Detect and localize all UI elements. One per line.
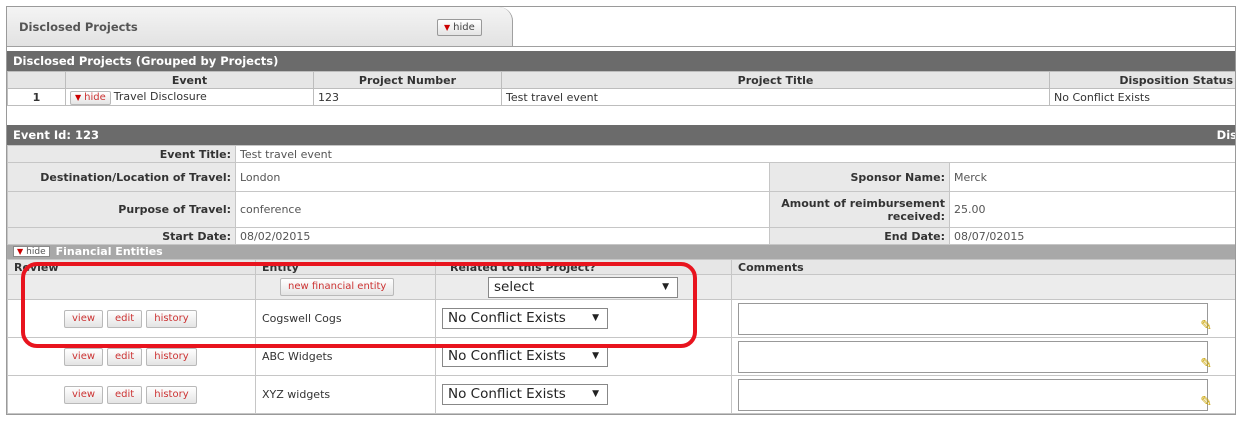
event-name: Travel Disclosure xyxy=(113,89,207,103)
conflict-status-select[interactable]: No Conflict Exists ▼ xyxy=(442,384,608,405)
related-select[interactable]: select ▼ xyxy=(488,276,678,298)
history-button[interactable]: history xyxy=(146,347,197,366)
dropdown-arrow-icon: ▼ xyxy=(592,313,599,323)
reimbursement-label: Amount of reimbursement received: xyxy=(769,191,950,228)
tab-divider xyxy=(513,46,1235,47)
projects-header-row: Event Project Number Project Title Dispo… xyxy=(7,71,1235,89)
sponsor-label: Sponsor Name: xyxy=(769,162,950,192)
table-row: 1 ▼ hide Travel Disclosure 123 Test travel… xyxy=(7,88,1235,106)
table-row: view edit history Cogswell Cogs No Conflic… xyxy=(7,299,1235,338)
financial-hide-label: hide xyxy=(26,247,46,257)
view-button[interactable]: view xyxy=(64,385,104,404)
event-id: Event Id: 123 xyxy=(13,128,99,142)
conflict-status-select[interactable]: No Conflict Exists ▼ xyxy=(442,308,608,329)
event-cell: ▼ hide Travel Disclosure xyxy=(65,88,314,106)
column-header-project-title: Project Title xyxy=(501,71,1050,89)
caret-down-icon: ▼ xyxy=(75,92,82,102)
financial-header-row: Review Entity Related to this Project? C… xyxy=(7,259,1235,275)
event-details-table: Event Title: Test travel event Destinati… xyxy=(7,145,1235,245)
panel-hide-button[interactable]: ▼ hide xyxy=(437,19,482,36)
purpose-label: Purpose of Travel: xyxy=(7,191,236,228)
column-header-comments: Comments xyxy=(731,259,1235,275)
financial-entities-table: Review Entity Related to this Project? C… xyxy=(7,259,1235,414)
purpose-value: conference xyxy=(235,191,770,228)
destination-label: Destination/Location of Travel: xyxy=(7,162,236,192)
destination-value: London xyxy=(235,162,770,192)
row-hide-button[interactable]: ▼ hide xyxy=(70,90,111,105)
comment-field[interactable]: ✎ xyxy=(738,378,1212,411)
caret-down-icon: ▼ xyxy=(444,23,451,32)
end-date-label: End Date: xyxy=(769,227,950,245)
conflict-status-value: No Conflict Exists xyxy=(448,310,566,326)
dropdown-arrow-icon: ▼ xyxy=(592,351,599,361)
start-date-value: 08/02/02015 xyxy=(235,227,770,245)
panel-title: Disclosed Projects xyxy=(19,20,138,34)
event-title-value: Test travel event xyxy=(234,145,1235,163)
comment-field[interactable]: ✎ xyxy=(738,340,1212,373)
edit-pencil-icon[interactable]: ✎ xyxy=(1200,356,1212,372)
panel-hide-label: hide xyxy=(453,22,475,33)
column-header-entity: Entity xyxy=(255,259,436,275)
table-row: view edit history ABC Widgets No Conflict … xyxy=(7,337,1235,376)
new-financial-entity-button[interactable]: new financial entity xyxy=(280,278,395,296)
project-number: 123 xyxy=(313,88,502,106)
column-header-related: Related to this Project? xyxy=(435,259,732,275)
start-date-label: Start Date: xyxy=(7,227,236,245)
related-select-value: select xyxy=(494,278,535,295)
conflict-status-value: No Conflict Exists xyxy=(448,386,566,402)
edit-pencil-icon[interactable]: ✎ xyxy=(1200,318,1212,334)
disclosed-projects-panel: Disclosed Projects ▼ hide Disclosed Proje… xyxy=(6,6,1236,415)
sponsor-value: Merck xyxy=(948,162,1235,192)
financial-entities-title: Financial Entities xyxy=(55,245,163,258)
financial-entities-header: ▼ hide Financial Entities xyxy=(7,245,1235,259)
edit-pencil-icon[interactable]: ✎ xyxy=(1200,394,1212,410)
end-date-value: 08/07/02015 xyxy=(948,227,1235,245)
entity-name: XYZ widgets xyxy=(255,375,436,414)
projects-section-header: Disclosed Projects (Grouped by Projects) xyxy=(7,51,1235,71)
panel-tab-bar: Disclosed Projects ▼ hide xyxy=(7,7,1235,49)
dropdown-arrow-icon: ▼ xyxy=(592,389,599,399)
disposition-status: No Conflict Exists xyxy=(1049,88,1235,106)
row-hide-label: hide xyxy=(84,91,106,103)
event-header-right: Dis xyxy=(1216,128,1236,142)
edit-button[interactable]: edit xyxy=(107,347,143,366)
history-button[interactable]: history xyxy=(146,385,197,404)
financial-hide-button[interactable]: ▼ hide xyxy=(13,246,50,257)
comment-field[interactable]: ✎ xyxy=(738,302,1212,335)
history-button[interactable]: history xyxy=(146,309,197,328)
event-title-label: Event Title: xyxy=(7,145,236,163)
column-header-event: Event xyxy=(65,71,314,89)
conflict-status-value: No Conflict Exists xyxy=(448,348,566,364)
projects-table: Event Project Number Project Title Dispo… xyxy=(7,71,1235,106)
edit-button[interactable]: edit xyxy=(107,309,143,328)
column-header-review: Review xyxy=(7,259,256,275)
row-index: 1 xyxy=(7,88,66,106)
project-title: Test travel event xyxy=(501,88,1050,106)
column-header-disposition-status: Disposition Status xyxy=(1049,71,1235,89)
column-header-project-number: Project Number xyxy=(313,71,502,89)
caret-down-icon: ▼ xyxy=(17,247,24,256)
conflict-status-select[interactable]: No Conflict Exists ▼ xyxy=(442,346,608,367)
column-header-index xyxy=(7,71,66,89)
view-button[interactable]: view xyxy=(64,347,104,366)
dropdown-arrow-icon: ▼ xyxy=(662,281,669,292)
edit-button[interactable]: edit xyxy=(107,385,143,404)
entity-name: Cogswell Cogs xyxy=(255,299,436,338)
panel-tab: Disclosed Projects ▼ hide xyxy=(7,7,513,47)
financial-filter-row: new financial entity select ▼ xyxy=(7,274,1235,300)
reimbursement-value: 25.00 xyxy=(948,191,1235,228)
view-button[interactable]: view xyxy=(64,309,104,328)
table-row: view edit history XYZ widgets No Conflict … xyxy=(7,375,1235,414)
event-header: Event Id: 123 Dis xyxy=(7,125,1236,145)
entity-name: ABC Widgets xyxy=(255,337,436,376)
